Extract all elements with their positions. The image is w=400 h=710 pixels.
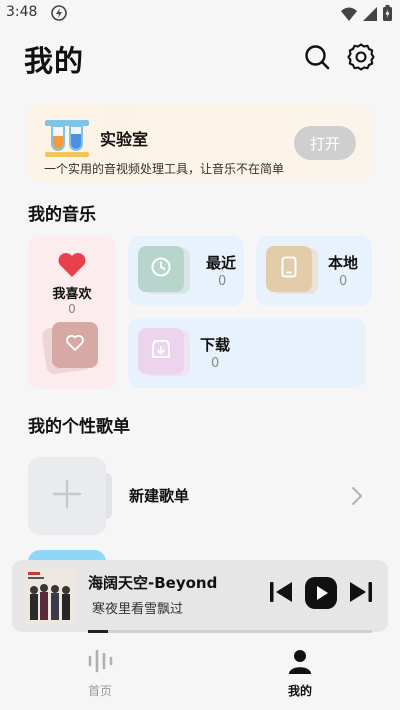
lab-description: 一个实用的音视频处理工具，让音乐不在简单 xyxy=(44,162,285,176)
status-time: 3:48 xyxy=(6,4,38,20)
phone-icon xyxy=(281,256,297,282)
header: 我的 xyxy=(0,38,400,78)
waveform-icon xyxy=(86,649,114,678)
download-thumb xyxy=(138,328,184,374)
album-art xyxy=(24,568,76,624)
recent-count: 0 xyxy=(218,274,227,289)
song-title: 海阔天空-Beyond xyxy=(88,574,218,592)
chevron-right-icon xyxy=(350,485,364,511)
search-button[interactable] xyxy=(302,42,332,72)
local-card[interactable]: 本地 0 xyxy=(256,236,372,306)
next-button[interactable] xyxy=(348,579,374,609)
recent-card[interactable]: 最近 0 xyxy=(128,236,244,306)
search-icon xyxy=(302,45,332,76)
song-lyric: 寒夜里看雪飘过 xyxy=(92,602,184,617)
download-label: 下载 xyxy=(200,336,231,354)
local-thumb xyxy=(266,246,312,292)
favorites-label: 我喜欢 xyxy=(52,287,92,302)
download-icon xyxy=(150,339,172,363)
heart-outline-icon xyxy=(66,334,84,355)
favorites-cover xyxy=(52,322,98,368)
tab-mine-label: 我的 xyxy=(287,684,312,698)
battery-icon xyxy=(383,5,392,25)
clock-icon xyxy=(150,256,172,282)
signal-icon xyxy=(363,6,377,25)
mini-player[interactable]: 海阔天空-Beyond 寒夜里看雪飘过 xyxy=(12,560,388,632)
lab-flask-icon xyxy=(42,114,92,164)
lab-open-button[interactable]: 打开 xyxy=(294,126,356,160)
favorites-card[interactable]: 我喜欢 0 xyxy=(28,236,116,389)
playback-progress[interactable] xyxy=(88,630,372,633)
recent-thumb xyxy=(138,246,184,292)
status-bar: 3:48 xyxy=(0,0,400,28)
wifi-icon xyxy=(341,6,357,25)
play-button[interactable] xyxy=(304,576,338,614)
bottom-tab-bar: 首页 我的 xyxy=(0,642,400,710)
favorites-count: 0 xyxy=(68,302,76,316)
page-title: 我的 xyxy=(24,44,85,78)
settings-button[interactable] xyxy=(346,42,376,72)
playback-progress-fill xyxy=(88,630,108,633)
heart-icon xyxy=(57,252,87,282)
new-playlist-label: 新建歌单 xyxy=(129,487,190,505)
previous-button[interactable] xyxy=(268,579,294,609)
tab-mine[interactable]: 我的 xyxy=(260,648,340,699)
playlists-heading: 我的个性歌单 xyxy=(28,417,130,437)
plus-icon xyxy=(52,479,82,513)
local-count: 0 xyxy=(339,274,348,289)
tab-home-label: 首页 xyxy=(87,684,112,698)
my-music-heading: 我的音乐 xyxy=(28,205,96,225)
data-saver-icon xyxy=(50,4,68,26)
recent-label: 最近 xyxy=(206,254,237,272)
gear-icon xyxy=(346,43,376,76)
local-label: 本地 xyxy=(328,254,359,272)
download-card[interactable]: 下载 0 xyxy=(128,318,366,388)
new-playlist-cover xyxy=(28,457,106,535)
lab-title: 实验室 xyxy=(100,130,149,149)
download-count: 0 xyxy=(211,356,220,371)
tab-home[interactable]: 首页 xyxy=(60,648,140,699)
lab-banner[interactable]: 实验室 一个实用的音视频处理工具，让音乐不在简单 打开 xyxy=(28,104,372,182)
person-icon xyxy=(287,650,313,678)
new-playlist-row[interactable]: 新建歌单 xyxy=(28,457,372,535)
